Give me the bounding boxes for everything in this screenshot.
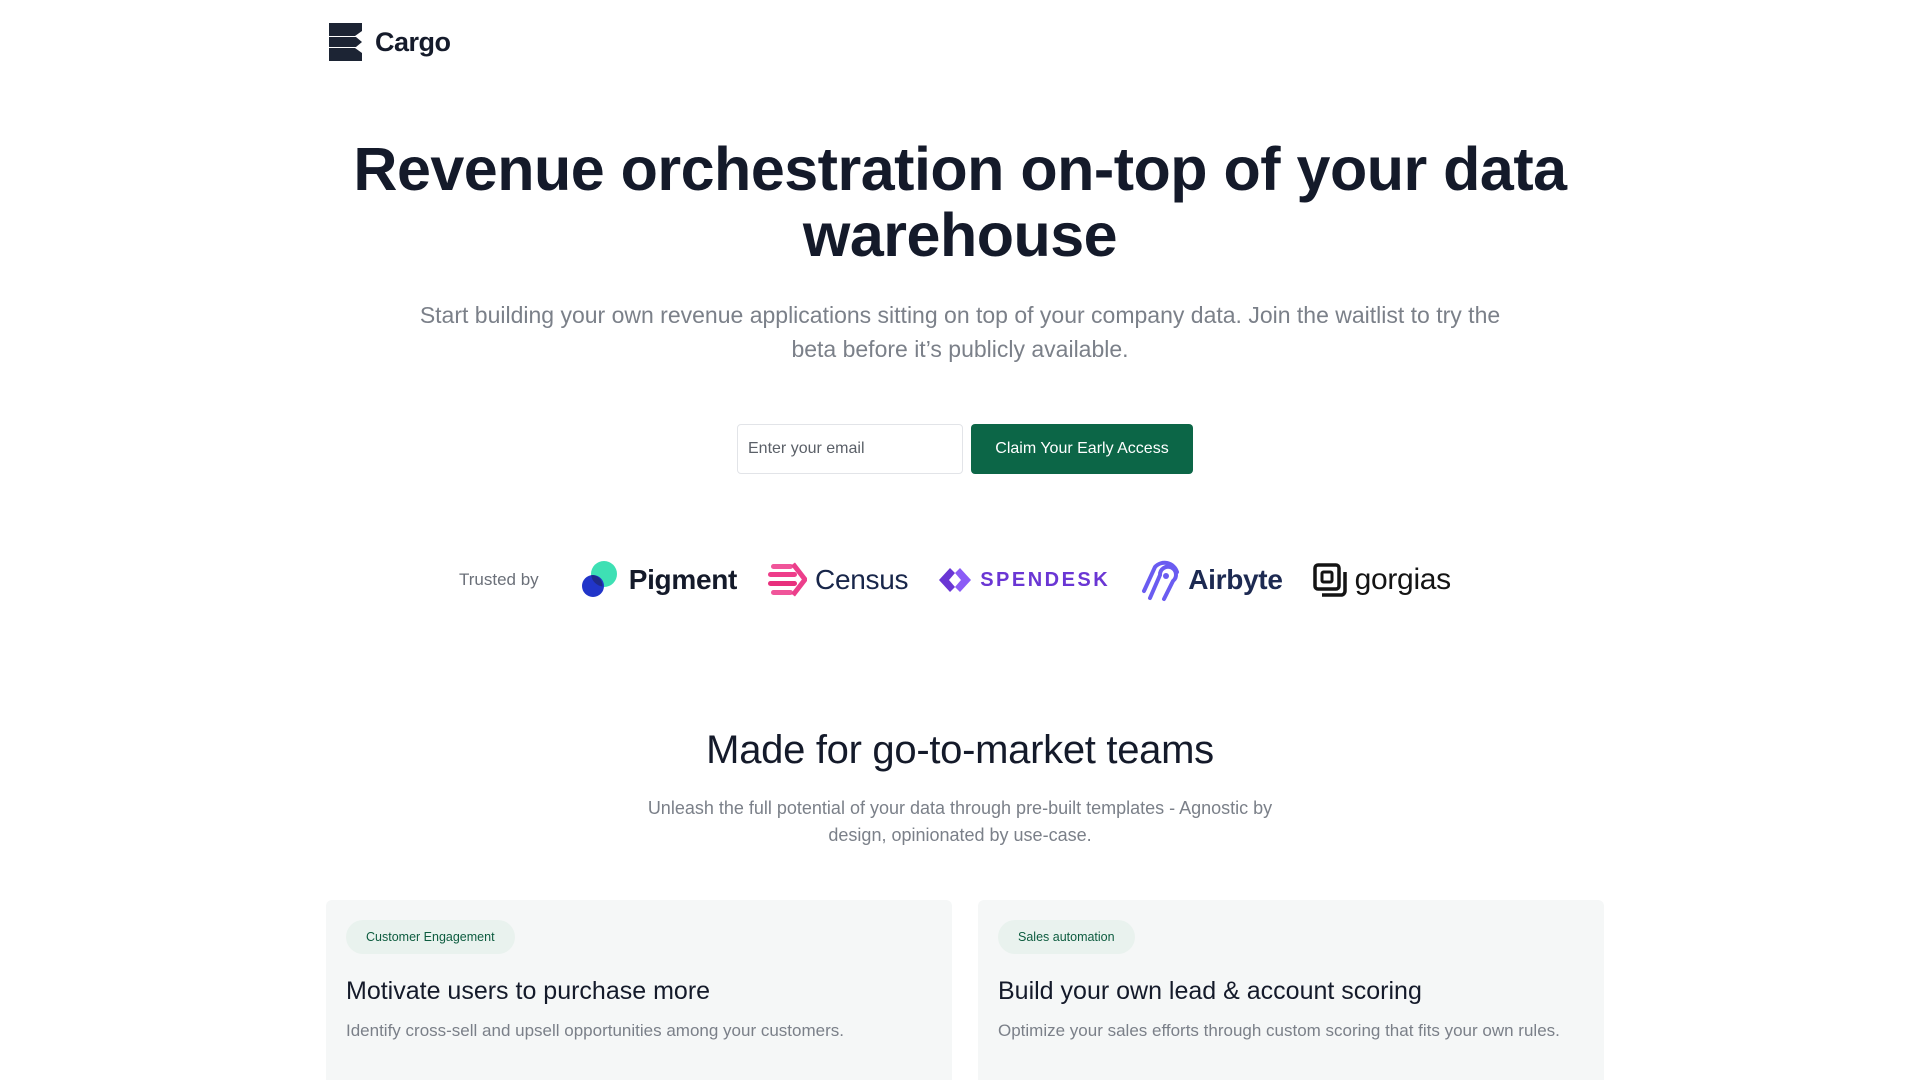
pigment-logo: Pigment [579,559,737,601]
gorgias-name: gorgias [1354,563,1452,596]
card-description: Identify cross-sell and upsell opportuni… [346,1021,844,1040]
spendesk-name: SPENDESK [980,568,1111,591]
airbyte-logo: Airbyte [1140,558,1283,602]
pigment-name: Pigment [628,564,738,595]
trusted-by-strip: Trusted by Pigment Census SPENDESK Airby… [459,556,1481,604]
landing-page: Cargo Revenue orchestration on-top of yo… [0,0,1920,1080]
card-title: Build your own lead & account scoring [998,977,1422,1005]
claim-early-access-button[interactable]: Claim Your Early Access [971,424,1193,474]
airbyte-mark-icon [1142,560,1180,601]
cargo-logo-link[interactable]: Cargo [325,20,451,64]
use-case-card-sales-automation[interactable]: Sales automation Build your own lead & a… [978,900,1604,1080]
spendesk-mark-icon [939,568,972,592]
spendesk-logo: SPENDESK [938,567,1110,593]
gorgias-mark-icon [1312,563,1347,597]
trusted-by-label: Trusted by [459,570,539,589]
hero-title: Revenue orchestration on-top of your dat… [353,135,1567,269]
card-tag: Sales automation [998,920,1135,954]
pigment-mark-icon [581,561,617,597]
airbyte-name: Airbyte [1188,564,1283,595]
use-case-card-customer-engagement[interactable]: Customer Engagement Motivate users to pu… [326,900,952,1080]
census-name: Census [815,564,909,595]
email-input[interactable] [737,424,963,474]
card-title: Motivate users to purchase more [346,977,711,1005]
section-title: Made for go-to-market teams [706,728,1214,772]
waitlist-form: Claim Your Early Access [737,424,1193,474]
cargo-logo-text: Cargo [375,26,451,57]
cargo-logo-icon [329,23,362,61]
card-description: Optimize your sales efforts through cust… [998,1021,1560,1040]
census-logo: Census [767,562,908,598]
census-mark-icon [768,562,808,597]
card-tag: Customer Engagement [346,920,515,954]
hero-subtitle: Start building your own revenue applicat… [419,302,1501,362]
section-subtitle: Unleash the full potential of your data … [647,798,1273,845]
gorgias-logo: gorgias [1312,563,1452,597]
